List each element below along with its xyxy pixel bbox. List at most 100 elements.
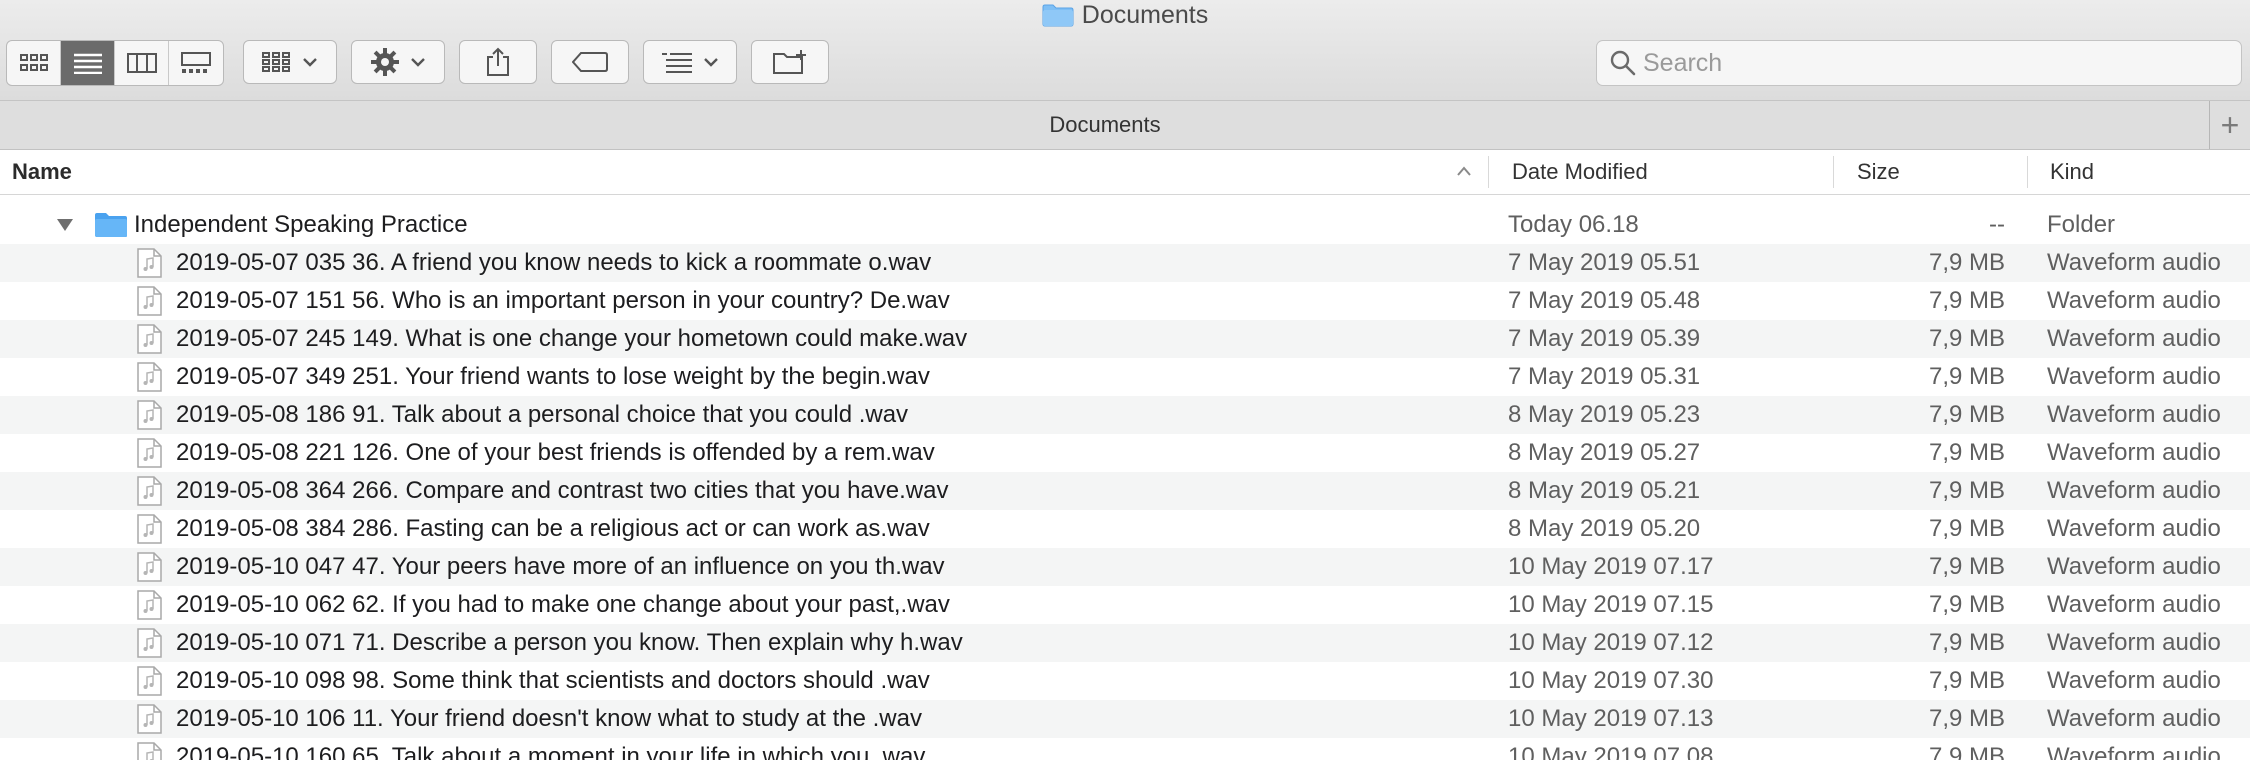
share-button[interactable] xyxy=(459,40,537,84)
folder-size: -- xyxy=(1989,211,2005,238)
list-item[interactable]: 2019-05-08 186 91. Talk about a personal… xyxy=(0,396,2250,434)
search-input[interactable] xyxy=(1637,42,2241,84)
audio-file-icon xyxy=(136,548,162,586)
audio-file-icon xyxy=(136,700,162,738)
file-size: 7,9 MB xyxy=(1928,325,2005,352)
action-button[interactable] xyxy=(351,40,445,84)
audio-file-icon xyxy=(136,282,162,320)
list-icon xyxy=(73,53,102,74)
list-item[interactable]: 2019-05-07 035 36. A friend you know nee… xyxy=(0,244,2250,282)
folder-icon xyxy=(94,206,128,244)
audio-file-icon xyxy=(136,586,162,624)
file-date-modified: 7 May 2019 05.51 xyxy=(1508,249,1701,276)
column-header-size[interactable]: Size xyxy=(1857,150,2007,194)
list-item[interactable]: 2019-05-10 062 62. If you had to make on… xyxy=(0,586,2250,624)
list-item[interactable]: 2019-05-10 106 11. Your friend doesn't k… xyxy=(0,700,2250,738)
list-item[interactable]: 2019-05-10 098 98. Some think that scien… xyxy=(0,662,2250,700)
file-kind: Waveform audio xyxy=(2047,287,2221,314)
file-kind: Waveform audio xyxy=(2047,477,2221,504)
column-header-date[interactable]: Date Modified xyxy=(1512,150,1832,194)
new-folder-icon xyxy=(773,50,806,74)
file-size: 7,9 MB xyxy=(1928,401,2005,428)
triangle-down-icon xyxy=(57,219,73,231)
file-kind: Waveform audio xyxy=(2047,591,2221,618)
gallery-icon xyxy=(181,52,211,73)
file-size: 7,9 MB xyxy=(1928,629,2005,656)
file-kind: Waveform audio xyxy=(2047,515,2221,542)
file-kind: Waveform audio xyxy=(2047,743,2221,760)
folder-kind: Folder xyxy=(2047,211,2116,238)
tab-documents[interactable]: Documents xyxy=(0,101,2210,149)
file-kind: Waveform audio xyxy=(2047,705,2221,732)
tab-label: Documents xyxy=(1049,112,1161,137)
list-item[interactable]: 2019-05-07 349 251. Your friend wants to… xyxy=(0,358,2250,396)
file-size: 7,9 MB xyxy=(1928,515,2005,542)
file-date-modified: 10 May 2019 07.12 xyxy=(1508,629,1714,656)
folder-name: Independent Speaking Practice xyxy=(134,211,468,238)
arrange-button[interactable] xyxy=(643,40,737,84)
window-title-text: Documents xyxy=(1081,0,1209,29)
file-date-modified: 8 May 2019 05.27 xyxy=(1508,439,1701,466)
file-name: 2019-05-08 186 91. Talk about a personal… xyxy=(176,401,909,428)
file-date-modified: 8 May 2019 05.20 xyxy=(1508,515,1701,542)
file-date-modified: 10 May 2019 07.17 xyxy=(1508,553,1714,580)
file-size: 7,9 MB xyxy=(1928,439,2005,466)
file-name: 2019-05-07 245 149. What is one change y… xyxy=(176,325,968,352)
plus-icon: + xyxy=(2220,107,2240,143)
file-date-modified: 7 May 2019 05.48 xyxy=(1508,287,1701,314)
file-size: 7,9 MB xyxy=(1928,705,2005,732)
column-divider[interactable] xyxy=(1833,156,1834,188)
file-name: 2019-05-10 098 98. Some think that scien… xyxy=(176,667,930,694)
audio-file-icon xyxy=(136,738,162,760)
list-item[interactable]: 2019-05-10 071 71. Describe a person you… xyxy=(0,624,2250,662)
group-button[interactable] xyxy=(243,40,337,84)
file-kind: Waveform audio xyxy=(2047,363,2221,390)
file-kind: Waveform audio xyxy=(2047,667,2221,694)
audio-file-icon xyxy=(136,472,162,510)
column-header-name-label: Name xyxy=(12,159,72,184)
disclosure-triangle[interactable] xyxy=(56,206,74,244)
file-name: 2019-05-08 364 266. Compare and contrast… xyxy=(176,477,949,504)
view-gallery-button[interactable] xyxy=(169,41,223,85)
sort-ascending-icon xyxy=(1457,166,1471,176)
file-size: 7,9 MB xyxy=(1928,591,2005,618)
view-list-button[interactable] xyxy=(61,41,115,85)
list-item[interactable]: 2019-05-08 364 266. Compare and contrast… xyxy=(0,472,2250,510)
list-item[interactable]: 2019-05-10 160 65. Talk about a moment i… xyxy=(0,738,2250,760)
file-list: Independent Speaking Practice Today 06.1… xyxy=(0,195,2250,760)
file-date-modified: 10 May 2019 07.15 xyxy=(1508,591,1714,618)
file-date-modified: 7 May 2019 05.31 xyxy=(1508,363,1701,390)
list-item[interactable]: 2019-05-07 151 56. Who is an important p… xyxy=(0,282,2250,320)
audio-file-icon xyxy=(136,434,162,472)
file-name: 2019-05-10 106 11. Your friend doesn't k… xyxy=(176,705,922,732)
column-divider[interactable] xyxy=(2027,156,2028,188)
file-kind: Waveform audio xyxy=(2047,439,2221,466)
list-item[interactable]: 2019-05-07 245 149. What is one change y… xyxy=(0,320,2250,358)
view-icons-button[interactable] xyxy=(7,41,61,85)
list-item[interactable]: 2019-05-08 221 126. One of your best fri… xyxy=(0,434,2250,472)
tag-icon xyxy=(572,52,608,72)
new-folder-button[interactable] xyxy=(751,40,829,84)
file-name: 2019-05-10 062 62. If you had to make on… xyxy=(176,591,950,618)
new-tab-button[interactable]: + xyxy=(2209,101,2250,149)
column-divider[interactable] xyxy=(1488,156,1489,188)
search-field[interactable] xyxy=(1596,40,2242,86)
column-header-name[interactable]: Name xyxy=(12,150,1482,194)
file-kind: Waveform audio xyxy=(2047,553,2221,580)
file-kind: Waveform audio xyxy=(2047,629,2221,656)
list-item[interactable]: 2019-05-10 047 47. Your peers have more … xyxy=(0,548,2250,586)
share-icon xyxy=(487,47,509,76)
columns-icon xyxy=(126,53,157,73)
tag-button[interactable] xyxy=(551,40,629,84)
file-date-modified: 8 May 2019 05.23 xyxy=(1508,401,1701,428)
folder-row[interactable]: Independent Speaking Practice Today 06.1… xyxy=(0,206,2250,244)
file-name: 2019-05-10 160 65. Talk about a moment i… xyxy=(176,743,926,760)
list-item[interactable]: 2019-05-08 384 286. Fasting can be a rel… xyxy=(0,510,2250,548)
file-size: 7,9 MB xyxy=(1928,287,2005,314)
audio-file-icon xyxy=(136,396,162,434)
file-name: 2019-05-10 071 71. Describe a person you… xyxy=(176,629,963,656)
view-columns-button[interactable] xyxy=(115,41,169,85)
audio-file-icon xyxy=(136,624,162,662)
column-header-kind[interactable]: Kind xyxy=(2050,150,2240,194)
column-header-size-label: Size xyxy=(1857,159,1900,184)
